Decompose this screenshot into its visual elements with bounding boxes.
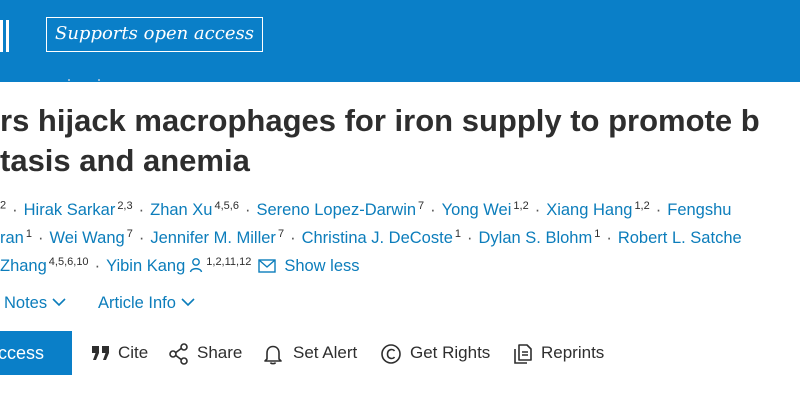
quote-icon <box>92 346 109 360</box>
affiliation-superscript: 1,2,11,12 <box>206 255 252 268</box>
notes-toggle[interactable]: Notes <box>4 290 66 315</box>
author-link[interactable]: Christina J. DeCoste <box>302 229 453 247</box>
get-rights-label: Get Rights <box>410 343 491 362</box>
chevron-down-icon <box>181 290 195 314</box>
affiliation-superscript: 1,2 <box>634 199 650 212</box>
affiliation-superscript: 1 <box>25 227 32 240</box>
show-less-button[interactable]: Show less <box>284 257 359 275</box>
access-button[interactable]: ccess <box>0 331 72 375</box>
article-info-label: Article Info <box>98 294 176 312</box>
bell-icon <box>264 345 282 365</box>
article-title: rs hijack macrophages for iron supply to… <box>0 101 800 181</box>
affiliation-superscript: 2 <box>0 199 7 212</box>
person-icon[interactable] <box>188 256 204 280</box>
cite-button[interactable]: Cite <box>90 341 154 365</box>
affiliation-superscript: 4,5,6 <box>214 199 239 212</box>
article-title-line-1: rs hijack macrophages for iron supply to… <box>0 103 760 138</box>
cite-label: Cite <box>118 343 149 362</box>
author-link[interactable]: Fengshu <box>667 201 731 219</box>
share-button[interactable]: Share <box>168 341 248 365</box>
copyright-icon <box>381 344 401 364</box>
author-link[interactable]: Robert L. Satche <box>618 229 742 247</box>
article-title-line-2: tasis and anemia <box>0 143 250 178</box>
author-row: ran 1 · Wei Wang 7 · Jennifer M. Miller 7 · Chris… <box>0 227 742 247</box>
set-alert-button[interactable]: Set Alert <box>262 341 366 365</box>
affiliation-superscript: 1,2 <box>513 199 529 212</box>
affiliation-superscript: 1 <box>594 227 601 240</box>
author-link[interactable]: ran <box>0 229 24 247</box>
reprints-button[interactable]: Reprints <box>512 341 612 365</box>
author-row: 2 · Hirak Sarkar 2,3 · Zhan Xu 4,5,6 · Sereno Lo… <box>0 199 732 219</box>
author-link[interactable]: Jennifer M. Miller <box>150 229 276 247</box>
access-button-label: ccess <box>0 343 45 363</box>
author-link[interactable]: Zhan Xu <box>150 201 212 219</box>
open-access-badge[interactable]: Supports open access <box>46 17 263 52</box>
reprints-label: Reprints <box>541 343 605 362</box>
reprints-icon <box>514 344 532 364</box>
author-link[interactable]: Dylan S. Blohm <box>479 229 593 247</box>
affiliation-superscript: 4,5,6,10 <box>48 255 89 268</box>
affiliation-superscript: 7 <box>277 227 285 240</box>
divider <box>68 79 108 82</box>
share-label: Share <box>197 343 243 362</box>
author-link[interactable]: Xiang Hang <box>546 201 632 219</box>
affiliation-superscript: 7 <box>126 227 133 240</box>
affiliation-superscript: 7 <box>418 199 425 212</box>
author-link[interactable]: Sereno Lopez-Darwin <box>256 201 416 219</box>
set-alert-label: Set Alert <box>293 343 358 362</box>
affiliation-superscript: 2,3 <box>117 199 133 212</box>
journal-logo-icon[interactable] <box>0 20 14 52</box>
author-link[interactable]: Yong Wei <box>442 201 512 219</box>
corresponding-author-link[interactable]: Yibin Kang <box>106 257 185 275</box>
author-row: Zhang 4,5,6,10 · Yibin Kang 1,2,11,12 Show le… <box>0 254 360 278</box>
journal-header-banner: Supports open access <box>0 0 800 82</box>
share-icon <box>169 343 188 365</box>
get-rights-button[interactable]: Get Rights <box>380 341 500 365</box>
author-link[interactable]: Zhang <box>0 257 47 275</box>
chevron-down-icon <box>52 290 66 314</box>
author-link[interactable]: Hirak Sarkar <box>24 201 116 219</box>
author-link[interactable]: Wei Wang <box>49 229 124 247</box>
mail-icon[interactable] <box>258 256 277 280</box>
affiliation-superscript: 1 <box>454 227 461 240</box>
notes-label: Notes <box>4 294 48 312</box>
article-info-toggle[interactable]: Article Info <box>98 290 195 315</box>
